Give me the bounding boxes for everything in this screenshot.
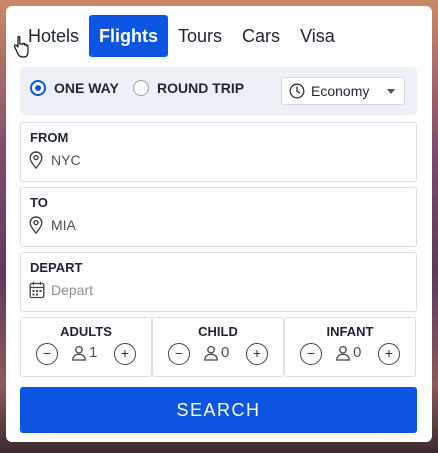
child-increment-button[interactable]: +	[246, 343, 268, 365]
child-label: CHILD	[198, 324, 238, 339]
person-icon	[72, 345, 86, 361]
to-label: TO	[30, 195, 48, 210]
child-counter: CHILD − 0 +	[152, 317, 284, 377]
adults-count-value: 1	[89, 344, 98, 361]
location-pin-icon	[29, 216, 43, 234]
tab-cars[interactable]: Cars	[232, 15, 290, 57]
from-label: FROM	[30, 130, 69, 145]
adults-counter: ADULTS − 1 +	[20, 317, 152, 377]
adults-label: ADULTS	[60, 324, 112, 339]
clock-icon	[289, 83, 305, 99]
tabs: Hotels Flights Tours Cars Visa	[18, 15, 345, 57]
depart-field[interactable]: DEPART Depart	[20, 252, 417, 312]
hand-pointer-cursor-icon	[13, 36, 29, 58]
infant-count-value: 0	[353, 344, 362, 361]
person-icon	[336, 345, 350, 361]
cabin-class-value: Economy	[311, 83, 370, 99]
radio-selected-icon	[30, 80, 46, 96]
to-field[interactable]: TO MIA	[20, 187, 417, 247]
child-count-value: 0	[221, 344, 230, 361]
calendar-icon	[29, 281, 45, 299]
tab-tours[interactable]: Tours	[168, 15, 232, 57]
from-input[interactable]: NYC	[51, 152, 81, 168]
cabin-class-select[interactable]: Economy	[281, 77, 405, 105]
radio-unselected-icon	[133, 80, 149, 96]
adults-decrement-button[interactable]: −	[36, 343, 58, 365]
search-button[interactable]: SEARCH	[20, 387, 417, 433]
to-input[interactable]: MIA	[51, 217, 76, 233]
one-way-radio[interactable]: ONE WAY	[30, 80, 119, 96]
chevron-down-icon	[387, 89, 395, 94]
infant-increment-button[interactable]: +	[378, 343, 400, 365]
tab-flights[interactable]: Flights	[89, 15, 169, 57]
infant-counter: INFANT − 0 +	[284, 317, 416, 377]
flight-search-card: Hotels Flights Tours Cars Visa ONE WAY R…	[6, 6, 432, 442]
depart-input[interactable]: Depart	[51, 282, 93, 298]
adults-count: 1	[71, 344, 97, 361]
infant-count: 0	[335, 344, 361, 361]
infant-decrement-button[interactable]: −	[300, 343, 322, 365]
trip-options-bar: ONE WAY ROUND TRIP Economy	[20, 67, 417, 115]
round-trip-radio[interactable]: ROUND TRIP	[133, 80, 244, 96]
child-decrement-button[interactable]: −	[168, 343, 190, 365]
person-icon	[204, 345, 218, 361]
location-pin-icon	[29, 151, 43, 169]
tab-visa[interactable]: Visa	[290, 15, 345, 57]
one-way-label: ONE WAY	[54, 80, 119, 96]
infant-label: INFANT	[326, 324, 374, 339]
round-trip-label: ROUND TRIP	[157, 80, 245, 96]
adults-increment-button[interactable]: +	[114, 343, 136, 365]
child-count: 0	[203, 344, 229, 361]
depart-label: DEPART	[30, 260, 83, 275]
from-field[interactable]: FROM NYC	[20, 122, 417, 182]
